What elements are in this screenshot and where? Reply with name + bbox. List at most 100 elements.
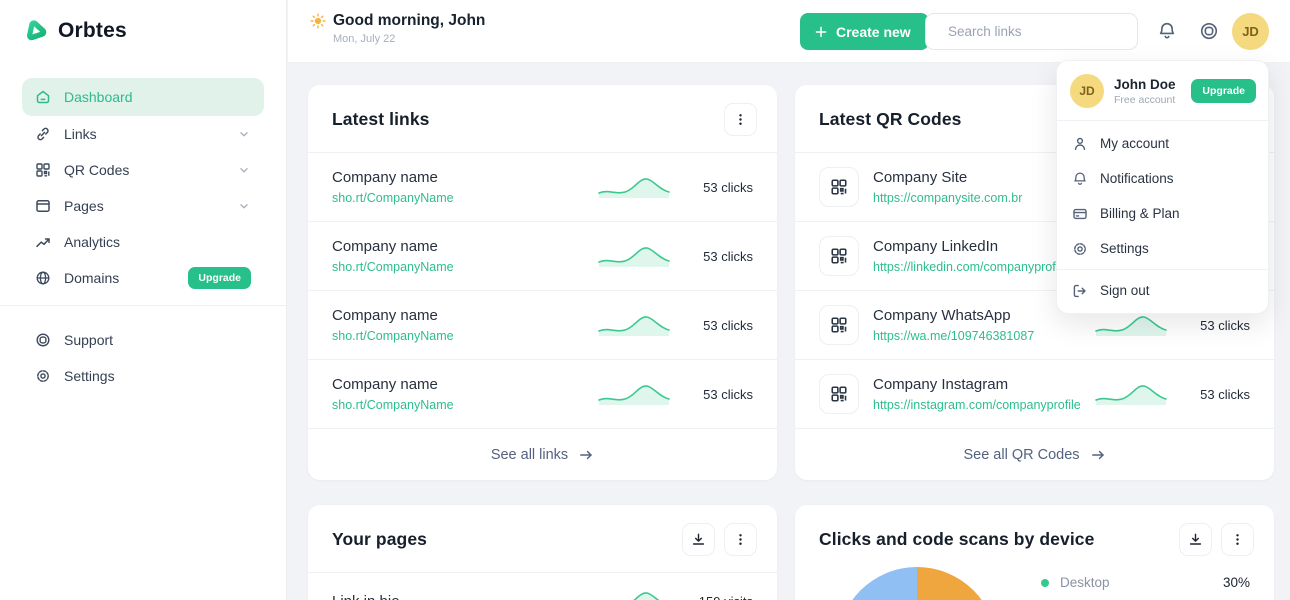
clicks-count: 53 clicks [697,318,753,333]
page-name: Link in bio [332,593,597,600]
menu-item-settings[interactable]: Settings [1057,231,1268,266]
trending-up-icon [35,234,51,250]
sidebar-item-qr-codes[interactable]: QR Codes [22,152,264,188]
legend-item-desktop: Desktop 30% [1041,575,1250,590]
menu-item-label: Notifications [1100,171,1174,186]
lifebuoy-icon [35,332,51,348]
card-menu-button[interactable] [724,103,757,136]
download-icon [691,532,706,547]
see-all-links-link[interactable]: See all links [308,429,777,480]
card-menu-button[interactable] [1221,523,1254,556]
sidebar-footer-nav: Support Settings [0,322,286,394]
kebab-menu-icon [1230,532,1245,547]
avatar[interactable]: JD [1232,13,1269,50]
create-new-label: Create new [836,24,911,40]
sidebar-nav: Dashboard Links QR Codes Pages Analytics… [0,78,286,296]
sidebar-item-label: Pages [64,198,104,214]
user-dropdown-header: JD John Doe Free account Upgrade [1057,61,1268,121]
sparkline-chart [597,380,671,408]
sidebar-item-label: Links [64,126,97,142]
qr-thumbnail [819,374,859,414]
qr-code-icon [830,316,848,334]
gear-icon [1072,241,1088,257]
chevron-down-icon [237,163,251,177]
legend-dot [1041,579,1049,587]
link-icon [35,126,51,142]
sidebar-item-label: Settings [64,368,115,384]
person-icon [1072,136,1088,152]
link-row[interactable]: Company namesho.rt/CompanyName 53 clicks [308,291,777,360]
link-row[interactable]: Company namesho.rt/CompanyName 53 clicks [308,153,777,222]
download-button[interactable] [682,523,715,556]
chevron-down-icon [237,127,251,141]
greeting-block: Good morning, John Mon, July 22 [310,12,485,45]
notifications-button[interactable] [1157,21,1177,41]
visits-count: 159 visits [697,594,753,600]
gear-icon [35,368,51,384]
arrow-right-icon [1090,447,1106,463]
qr-code-icon [830,178,848,196]
brand-logo-icon [22,17,50,45]
sidebar-item-domains[interactable]: Domains Upgrade [22,260,264,296]
search-input[interactable] [948,24,1125,39]
upgrade-button[interactable]: Upgrade [1191,79,1256,103]
sidebar-item-analytics[interactable]: Analytics [22,224,264,260]
sidebar-item-settings[interactable]: Settings [22,358,264,394]
qr-thumbnail [819,236,859,276]
qr-url[interactable]: https://instagram.com/companyprofile [873,398,1094,412]
sidebar-item-links[interactable]: Links [22,116,264,152]
menu-item-sign-out[interactable]: Sign out [1057,273,1268,308]
devices-chart-card: Clicks and code scans by device Desktop … [795,505,1274,600]
lifebuoy-icon [1199,21,1219,41]
upgrade-badge[interactable]: Upgrade [188,267,251,289]
search-icon [938,24,939,40]
qr-row[interactable]: Company Instagramhttps://instagram.com/c… [795,360,1274,429]
home-icon [35,89,51,105]
sidebar-item-label: QR Codes [64,162,129,178]
user-name: John Doe [1114,77,1176,92]
sparkline-chart [1094,380,1168,408]
short-link[interactable]: sho.rt/CompanyName [332,398,597,412]
globe-icon [35,270,51,286]
menu-item-notifications[interactable]: Notifications [1057,161,1268,196]
latest-links-card: Latest links Company namesho.rt/CompanyN… [308,85,777,480]
link-row[interactable]: Company namesho.rt/CompanyName 53 clicks [308,222,777,291]
short-link[interactable]: sho.rt/CompanyName [332,260,597,274]
menu-item-my-account[interactable]: My account [1057,126,1268,161]
chevron-down-icon [237,199,251,213]
see-all-qr-codes-link[interactable]: See all QR Codes [795,429,1274,480]
greeting-date: Mon, July 22 [333,33,485,45]
short-link[interactable]: sho.rt/CompanyName [332,329,597,343]
qr-thumbnail [819,305,859,345]
legend-label: Desktop [1060,575,1110,590]
download-button[interactable] [1179,523,1212,556]
sidebar-item-dashboard[interactable]: Dashboard [22,78,264,116]
menu-item-label: Billing & Plan [1100,206,1180,221]
short-link[interactable]: sho.rt/CompanyName [332,191,597,205]
avatar: JD [1070,74,1104,108]
help-button[interactable] [1199,21,1219,41]
download-icon [1188,532,1203,547]
sparkline-chart [597,311,671,339]
brand-logo[interactable]: Orbtes [0,0,286,45]
clicks-count: 53 clicks [1194,318,1250,333]
qr-code-icon [830,385,848,403]
qr-url[interactable]: https://wa.me/109746381087 [873,329,1094,343]
card-title: Your pages [332,529,427,550]
see-all-label: See all links [491,447,568,463]
create-new-button[interactable]: Create new [800,13,929,50]
card-menu-button[interactable] [724,523,757,556]
sidebar-item-pages[interactable]: Pages [22,188,264,224]
menu-item-billing[interactable]: Billing & Plan [1057,196,1268,231]
menu-separator [1057,269,1268,270]
search-box[interactable] [925,13,1138,50]
sun-icon [310,13,326,29]
sidebar-item-support[interactable]: Support [22,322,264,358]
menu-item-label: Sign out [1100,283,1150,298]
link-row[interactable]: Company namesho.rt/CompanyName 53 clicks [308,360,777,429]
greeting-title: Good morning, John [333,12,485,30]
qr-code-icon [35,162,51,178]
credit-card-icon [1072,206,1088,222]
page-row[interactable]: Link in bio 159 visits [308,573,777,600]
clicks-count: 53 clicks [697,249,753,264]
